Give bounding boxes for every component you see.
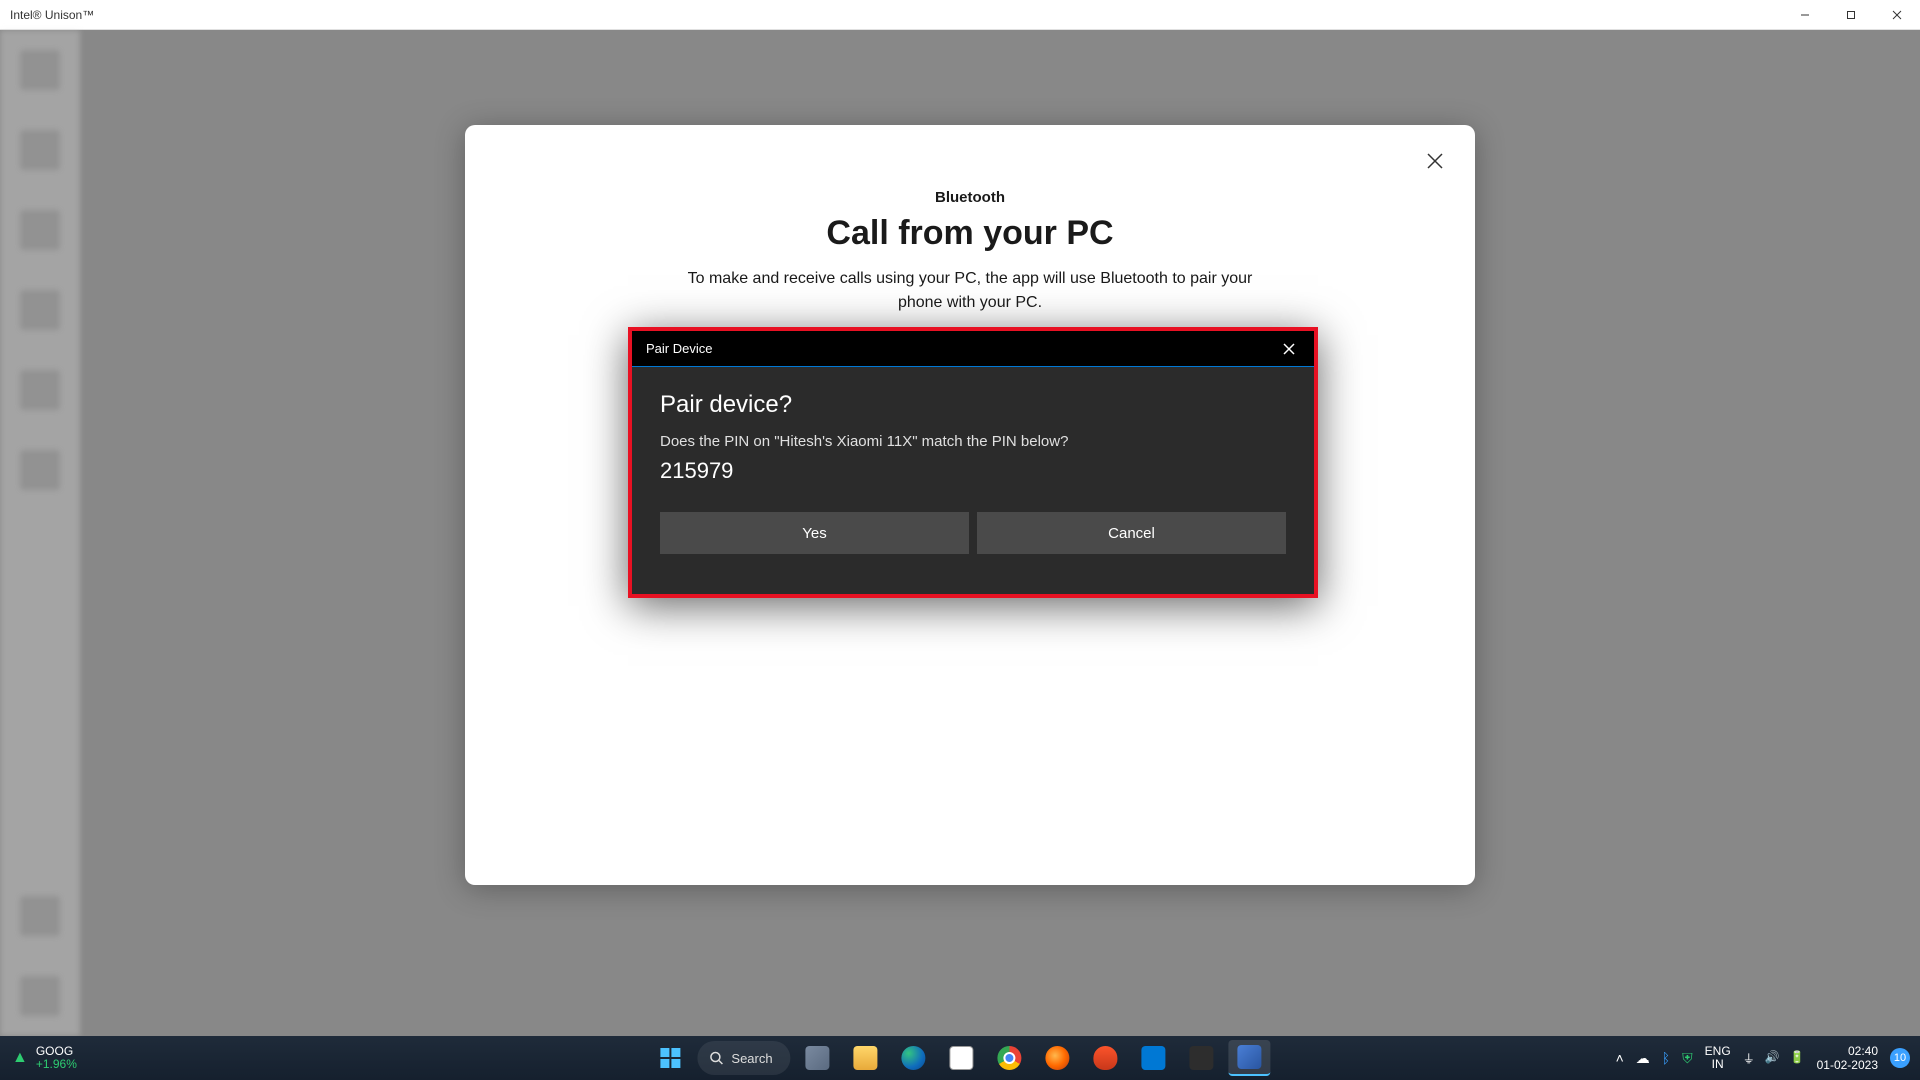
stock-change: +1.96% <box>36 1058 77 1071</box>
pair-dialog-titlebar: Pair Device <box>632 331 1314 367</box>
pair-dialog-close-button[interactable] <box>1274 334 1304 364</box>
sidebar-item <box>20 450 60 490</box>
wifi-icon: ⏚ <box>1743 1050 1755 1067</box>
sidebar-item <box>20 50 60 90</box>
system-tray-quick[interactable]: ⏚ 🔊 🔋 <box>1743 1050 1805 1067</box>
taskbar-app-firefox[interactable] <box>1037 1040 1079 1076</box>
window-controls <box>1782 0 1920 30</box>
clock-time: 02:40 <box>1848 1044 1878 1058</box>
taskbar-app-chrome[interactable] <box>989 1040 1031 1076</box>
firefox-icon <box>1046 1046 1070 1070</box>
sidebar <box>0 30 80 1036</box>
pair-cancel-button[interactable]: Cancel <box>977 512 1286 554</box>
pair-device-dialog: Pair Device Pair device? Does the PIN on… <box>628 327 1318 598</box>
pair-yes-button[interactable]: Yes <box>660 512 969 554</box>
modal-description: To make and receive calls using your PC,… <box>680 267 1260 315</box>
terminal-icon <box>1190 1046 1214 1070</box>
file-explorer-icon <box>854 1046 878 1070</box>
taskbar-center: Search <box>649 1036 1270 1080</box>
notification-center-button[interactable]: 10 <box>1890 1048 1910 1068</box>
app-titlebar: Intel® Unison™ <box>0 0 1920 30</box>
battery-icon: 🔋 <box>1790 1050 1805 1067</box>
security-icon: ⛨ <box>1682 1050 1693 1067</box>
taskbar-app-terminal[interactable] <box>1181 1040 1223 1076</box>
taskbar-app-edge[interactable] <box>893 1040 935 1076</box>
pair-dialog-title: Pair Device <box>646 341 712 356</box>
taskbar-widget-stock[interactable]: ▲ GOOG +1.96% <box>0 1045 200 1071</box>
vscode-icon <box>1142 1046 1166 1070</box>
windows-logo-icon <box>660 1048 680 1068</box>
sidebar-item <box>20 290 60 330</box>
search-icon <box>709 1051 723 1065</box>
modal-close-button[interactable] <box>1423 149 1447 173</box>
taskbar-search[interactable]: Search <box>697 1041 790 1075</box>
language-switcher[interactable]: ENG IN <box>1705 1045 1731 1071</box>
sidebar-item <box>20 976 60 1016</box>
store-icon <box>950 1046 974 1070</box>
taskbar-app-store[interactable] <box>941 1040 983 1076</box>
taskbar: ▲ GOOG +1.96% Search ˄ ☁ ᛒ ⛨ <box>0 1036 1920 1080</box>
volume-icon: 🔊 <box>1765 1050 1780 1067</box>
stock-up-icon: ▲ <box>12 1049 28 1067</box>
sidebar-item <box>20 210 60 250</box>
taskbar-right: ˄ ☁ ᛒ ⛨ ENG IN ⏚ 🔊 🔋 02:40 01-02-2023 10 <box>1616 1036 1920 1080</box>
tray-overflow[interactable]: ˄ ☁ ᛒ ⛨ <box>1616 1050 1693 1067</box>
clock-date: 01-02-2023 <box>1817 1058 1878 1072</box>
taskbar-app-unison[interactable] <box>1229 1040 1271 1076</box>
chevron-up-icon: ˄ <box>1616 1050 1624 1066</box>
pair-heading: Pair device? <box>660 391 1286 419</box>
taskview-icon <box>806 1046 830 1070</box>
start-button[interactable] <box>649 1040 691 1076</box>
sidebar-item <box>20 896 60 936</box>
modal-subtitle: Bluetooth <box>465 189 1475 206</box>
notification-count: 10 <box>1894 1052 1906 1064</box>
modal-title: Call from your PC <box>465 214 1475 253</box>
unison-icon <box>1238 1045 1262 1069</box>
taskbar-clock[interactable]: 02:40 01-02-2023 <box>1817 1044 1878 1073</box>
sidebar-item <box>20 370 60 410</box>
minimize-button[interactable] <box>1782 0 1828 30</box>
onedrive-icon: ☁ <box>1636 1050 1650 1067</box>
taskview-button[interactable] <box>797 1040 839 1076</box>
pair-pin: 215979 <box>660 458 1286 484</box>
maximize-button[interactable] <box>1828 0 1874 30</box>
edge-icon <box>902 1046 926 1070</box>
close-button[interactable] <box>1874 0 1920 30</box>
app-title: Intel® Unison™ <box>10 8 94 22</box>
taskbar-app-explorer[interactable] <box>845 1040 887 1076</box>
lang-bottom: IN <box>1712 1058 1724 1071</box>
sidebar-item <box>20 130 60 170</box>
brave-icon <box>1094 1046 1118 1070</box>
taskbar-app-vscode[interactable] <box>1133 1040 1175 1076</box>
taskbar-app-brave[interactable] <box>1085 1040 1127 1076</box>
bluetooth-icon: ᛒ <box>1662 1050 1670 1066</box>
chrome-icon <box>998 1046 1022 1070</box>
pair-question: Does the PIN on "Hitesh's Xiaomi 11X" ma… <box>660 433 1286 450</box>
search-label: Search <box>731 1051 772 1066</box>
